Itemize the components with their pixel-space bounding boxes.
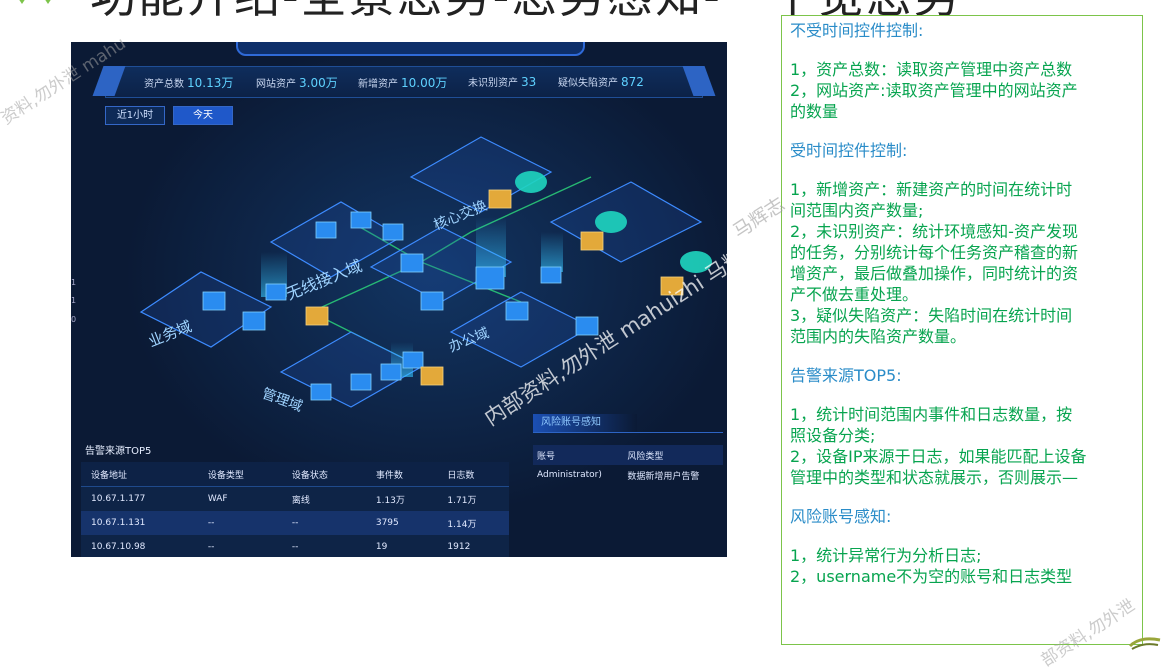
stats-bar: 资产总数 10.13万 网站资产 3.00万 新增资产 10.00万 未识别资产 33 … bbox=[92, 66, 716, 98]
stat-total-assets: 资产总数 10.13万 bbox=[144, 76, 234, 90]
table-row[interactable]: 10.67.10.98 -- -- 19 1912 bbox=[81, 535, 509, 557]
risk-accounts-table: 账号 风险类型 Administrator) 数据新增用户告警 bbox=[533, 445, 723, 485]
table-header-row: 设备地址 设备类型 设备状态 事件数 日志数 bbox=[81, 462, 509, 487]
dashboard-top-tab bbox=[236, 42, 585, 56]
note-line: 1，统计时间范围内事件和日志数量，按 bbox=[790, 405, 1073, 424]
table-row[interactable]: 10.67.1.177 WAF 离线 1.13万 1.71万 bbox=[81, 486, 509, 511]
note-spacer bbox=[790, 347, 1134, 365]
dashboard-panel: 资产总数 10.13万 网站资产 3.00万 新增资产 10.00万 未识别资产 33 … bbox=[71, 42, 727, 557]
divider bbox=[533, 432, 723, 433]
note-line: 2，username不为空的账号和日志类型 bbox=[790, 567, 1073, 586]
note-line: 照设备分类; bbox=[790, 426, 876, 445]
note-heading: 不受时间控件控制: bbox=[790, 21, 924, 40]
stat-unidentified-assets: 未识别资产 33 bbox=[468, 75, 537, 89]
note-line: 管理中的类型和状态就展示，否则展示— bbox=[790, 468, 1079, 487]
note-line: 范围内的失陷资产数量。 bbox=[790, 327, 967, 346]
note-line: 1，统计异常行为分析日志; bbox=[790, 546, 982, 565]
note-line: 2，设备IP来源于日志，如果能匹配上设备 bbox=[790, 447, 1087, 466]
note-spacer bbox=[790, 41, 1134, 59]
note-spacer bbox=[790, 386, 1134, 404]
alert-sources-table: 设备地址 设备类型 设备状态 事件数 日志数 10.67.1.177 WAF 离… bbox=[81, 462, 509, 557]
title-arrow-icon bbox=[19, 0, 51, 4]
stat-compromised-assets: 疑似失陷资产 872 bbox=[558, 75, 644, 89]
note-line: 产不做去重处理。 bbox=[790, 285, 919, 304]
risk-accounts-title: 风险账号感知 bbox=[533, 414, 637, 432]
note-line: 2，网站资产:读取资产管理中的网站资产 bbox=[790, 81, 1078, 100]
note-spacer bbox=[790, 161, 1134, 179]
network-topology-map: 无线接入域 核心交换 业务域 管理域 办公域 bbox=[139, 136, 712, 412]
note-spacer bbox=[790, 488, 1134, 506]
stat-new-assets: 新增资产 10.00万 bbox=[358, 76, 448, 90]
note-line: 的任务，分别统计每个任务资产稽查的新 bbox=[790, 243, 1079, 262]
alert-sources-title: 告警来源TOP5 bbox=[85, 446, 152, 457]
label-management-domain: 管理域 bbox=[260, 386, 305, 412]
stat-website-assets: 网站资产 3.00万 bbox=[256, 76, 338, 90]
note-line: 1，资产总数：读取资产管理中资产总数 bbox=[790, 60, 1073, 79]
note-spacer bbox=[790, 122, 1134, 140]
note-line: 增资产，最后做叠加操作，同时统计的资 bbox=[790, 264, 1079, 283]
note-line: 的数量 bbox=[790, 102, 839, 121]
note-spacer bbox=[790, 527, 1134, 545]
note-line: 3，疑似失陷资产：失陷时间在统计时间 bbox=[790, 306, 1073, 325]
note-heading: 告警来源TOP5: bbox=[790, 366, 902, 385]
table-header-row: 账号 风险类型 bbox=[533, 445, 723, 465]
notes-textbox: 不受时间控件控制: 1，资产总数：读取资产管理中资产总数 2，网站资产:读取资产管理… bbox=[781, 15, 1143, 645]
note-line: 2，未识别资产：统计环境感知-资产发现 bbox=[790, 222, 1078, 241]
note-line: 间范围内资产数量; bbox=[790, 201, 924, 220]
table-row[interactable]: 10.67.1.131 -- -- 3795 1.14万 bbox=[81, 511, 509, 535]
note-heading: 风险账号感知: bbox=[790, 507, 892, 526]
note-line: 1，新增资产：新建资产的时间在统计时 bbox=[790, 180, 1073, 199]
corner-logo-icon bbox=[1128, 637, 1161, 650]
table-row[interactable]: Administrator) 数据新增用户告警 bbox=[533, 465, 723, 485]
note-heading: 受时间控件控制: bbox=[790, 141, 908, 160]
